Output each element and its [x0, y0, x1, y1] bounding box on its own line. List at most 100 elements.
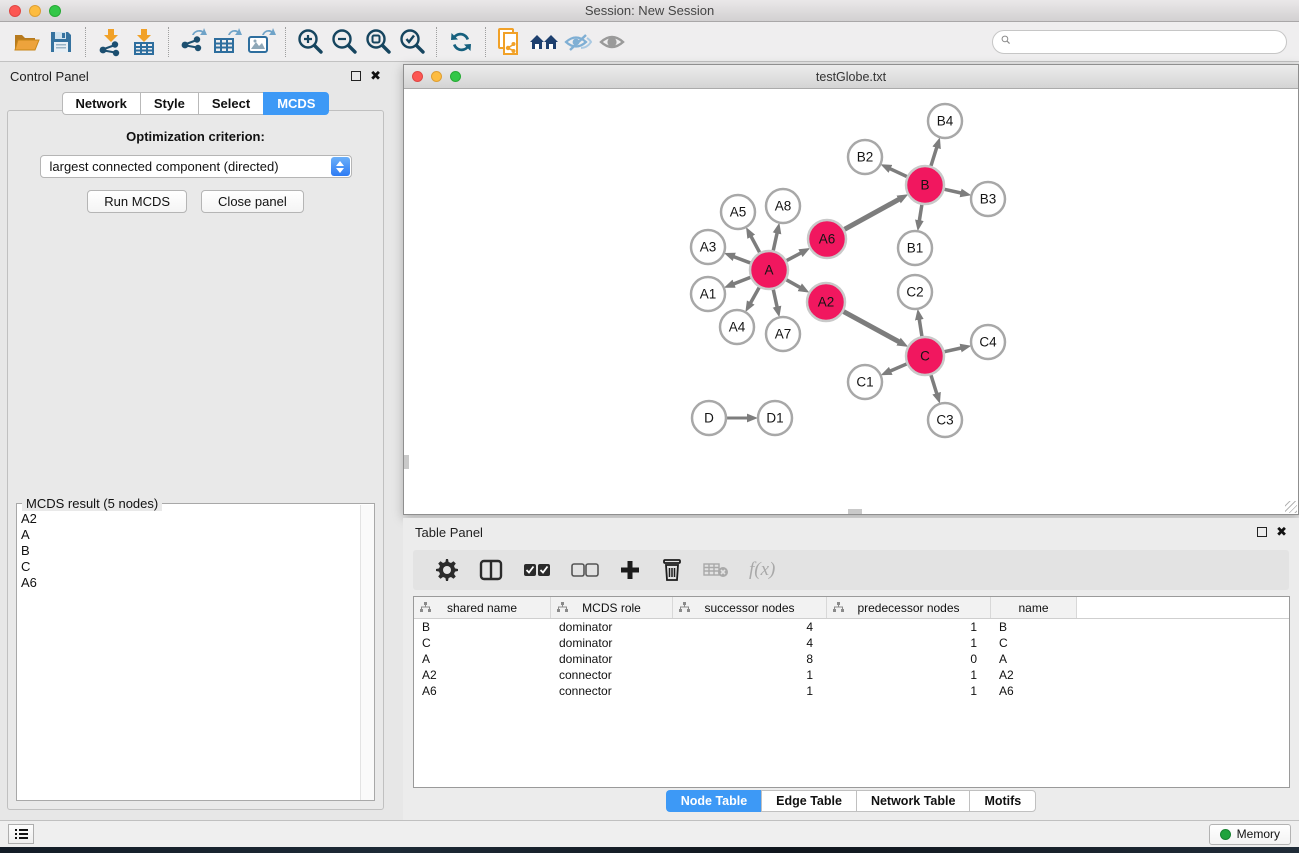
- cell[interactable]: A: [991, 651, 1077, 667]
- cell[interactable]: dominator: [551, 651, 673, 667]
- table-row-A2[interactable]: A2connector11A2: [414, 667, 1289, 683]
- graph-edge-C-C3[interactable]: [931, 375, 937, 394]
- new-network-icon[interactable]: [493, 26, 527, 58]
- result-item-A2[interactable]: A2: [21, 511, 360, 527]
- delete-column-icon[interactable]: [661, 555, 683, 585]
- network-canvas[interactable]: B4B2BB3B1C2A5A8A6A3AA1A2A4A7CC4C1C3DD1: [404, 89, 1298, 514]
- close-panel-button[interactable]: Close panel: [201, 190, 304, 213]
- tab-network-table[interactable]: Network Table: [856, 790, 970, 812]
- cell[interactable]: dominator: [551, 635, 673, 651]
- cell[interactable]: 1: [673, 667, 827, 683]
- tab-network[interactable]: Network: [62, 92, 140, 115]
- mcds-result-list[interactable]: A2ABCA6: [17, 507, 360, 800]
- deselect-all-icon[interactable]: [571, 555, 599, 585]
- result-item-A6[interactable]: A6: [21, 575, 360, 591]
- tab-node-table[interactable]: Node Table: [666, 790, 761, 812]
- result-item-C[interactable]: C: [21, 559, 360, 575]
- network-close-button[interactable]: [412, 71, 423, 82]
- table-row-C[interactable]: Cdominator41C: [414, 635, 1289, 651]
- network-window-titlebar[interactable]: testGlobe.txt: [404, 65, 1298, 89]
- tab-mcds[interactable]: MCDS: [263, 92, 329, 115]
- result-scrollbar[interactable]: [360, 505, 374, 800]
- cell[interactable]: 1: [673, 683, 827, 699]
- open-file-icon[interactable]: [10, 26, 44, 58]
- cell[interactable]: A2: [991, 667, 1077, 683]
- minimize-window-button[interactable]: [29, 5, 41, 17]
- graph-edge-C-C2[interactable]: [919, 319, 922, 337]
- graph-edge-C-C1[interactable]: [890, 364, 907, 371]
- graph-edge-A6-B[interactable]: [845, 199, 900, 229]
- criterion-dropdown[interactable]: largest connected component (directed): [40, 155, 352, 178]
- graph-node-A3[interactable]: A3: [691, 230, 725, 264]
- graph-node-D1[interactable]: D1: [758, 401, 792, 435]
- close-window-button[interactable]: [9, 5, 21, 17]
- graph-node-C[interactable]: C: [906, 337, 944, 375]
- cell[interactable]: C: [414, 635, 551, 651]
- cell[interactable]: connector: [551, 683, 673, 699]
- graph-edge-A-A7[interactable]: [773, 290, 777, 308]
- delete-table-icon[interactable]: [703, 555, 729, 585]
- cell[interactable]: A: [414, 651, 551, 667]
- graph-edge-A-A8[interactable]: [773, 232, 777, 250]
- graph-node-B3[interactable]: B3: [971, 182, 1005, 216]
- graph-edge-B-B1[interactable]: [919, 205, 922, 222]
- result-item-B[interactable]: B: [21, 543, 360, 559]
- memory-button[interactable]: Memory: [1209, 824, 1291, 845]
- cell[interactable]: 1: [827, 619, 991, 635]
- graph-node-C4[interactable]: C4: [971, 325, 1005, 359]
- export-image-icon[interactable]: [244, 26, 278, 58]
- close-table-panel-icon[interactable]: ✖: [1276, 527, 1287, 537]
- import-table-icon[interactable]: [127, 26, 161, 58]
- cell[interactable]: connector: [551, 667, 673, 683]
- cell[interactable]: B: [414, 619, 551, 635]
- result-item-A[interactable]: A: [21, 527, 360, 543]
- canvas-hscroll-thumb[interactable]: [848, 509, 862, 514]
- column-header-MCDS-role[interactable]: MCDS role: [551, 597, 673, 618]
- graph-node-A1[interactable]: A1: [691, 277, 725, 311]
- cell[interactable]: 4: [673, 635, 827, 651]
- task-history-button[interactable]: [8, 824, 34, 844]
- graph-edge-A-A3[interactable]: [733, 257, 750, 263]
- graph-node-A5[interactable]: A5: [721, 195, 755, 229]
- tab-select[interactable]: Select: [198, 92, 263, 115]
- tab-style[interactable]: Style: [140, 92, 198, 115]
- cell[interactable]: dominator: [551, 619, 673, 635]
- graph-edge-A-A6[interactable]: [787, 253, 802, 261]
- table-row-A6[interactable]: A6connector11A6: [414, 683, 1289, 699]
- show-all-icon[interactable]: [595, 26, 629, 58]
- function-builder-icon[interactable]: f(x): [749, 555, 775, 585]
- graph-node-D[interactable]: D: [692, 401, 726, 435]
- graph-node-C1[interactable]: C1: [848, 365, 882, 399]
- search-input[interactable]: [992, 30, 1287, 54]
- graph-edge-A2-C[interactable]: [844, 312, 900, 343]
- graph-edge-C-C4[interactable]: [945, 348, 962, 352]
- graph-node-B[interactable]: B: [906, 166, 944, 204]
- window-resize-grip[interactable]: [1285, 501, 1297, 513]
- graph-node-B4[interactable]: B4: [928, 104, 962, 138]
- zoom-out-icon[interactable]: [327, 26, 361, 58]
- export-network-icon[interactable]: [176, 26, 210, 58]
- run-mcds-button[interactable]: Run MCDS: [87, 190, 187, 213]
- graph-node-A2[interactable]: A2: [807, 283, 845, 321]
- network-maximize-button[interactable]: [450, 71, 461, 82]
- select-all-icon[interactable]: [523, 555, 551, 585]
- graph-node-C2[interactable]: C2: [898, 275, 932, 309]
- column-header-name[interactable]: name: [991, 597, 1077, 618]
- column-header-shared-name[interactable]: shared name: [414, 597, 551, 618]
- cell[interactable]: 1: [827, 683, 991, 699]
- cell[interactable]: A6: [991, 683, 1077, 699]
- zoom-in-icon[interactable]: [293, 26, 327, 58]
- graph-node-A8[interactable]: A8: [766, 189, 800, 223]
- cell[interactable]: 1: [827, 667, 991, 683]
- canvas-vscroll-thumb[interactable]: [404, 455, 409, 469]
- first-neighbors-icon[interactable]: [527, 26, 561, 58]
- column-header-predecessor-nodes[interactable]: predecessor nodes: [827, 597, 991, 618]
- cell[interactable]: 0: [827, 651, 991, 667]
- network-minimize-button[interactable]: [431, 71, 442, 82]
- graph-node-C3[interactable]: C3: [928, 403, 962, 437]
- zoom-fit-icon[interactable]: [361, 26, 395, 58]
- cell[interactable]: C: [991, 635, 1077, 651]
- maximize-window-button[interactable]: [49, 5, 61, 17]
- import-network-icon[interactable]: [93, 26, 127, 58]
- graph-node-B1[interactable]: B1: [898, 231, 932, 265]
